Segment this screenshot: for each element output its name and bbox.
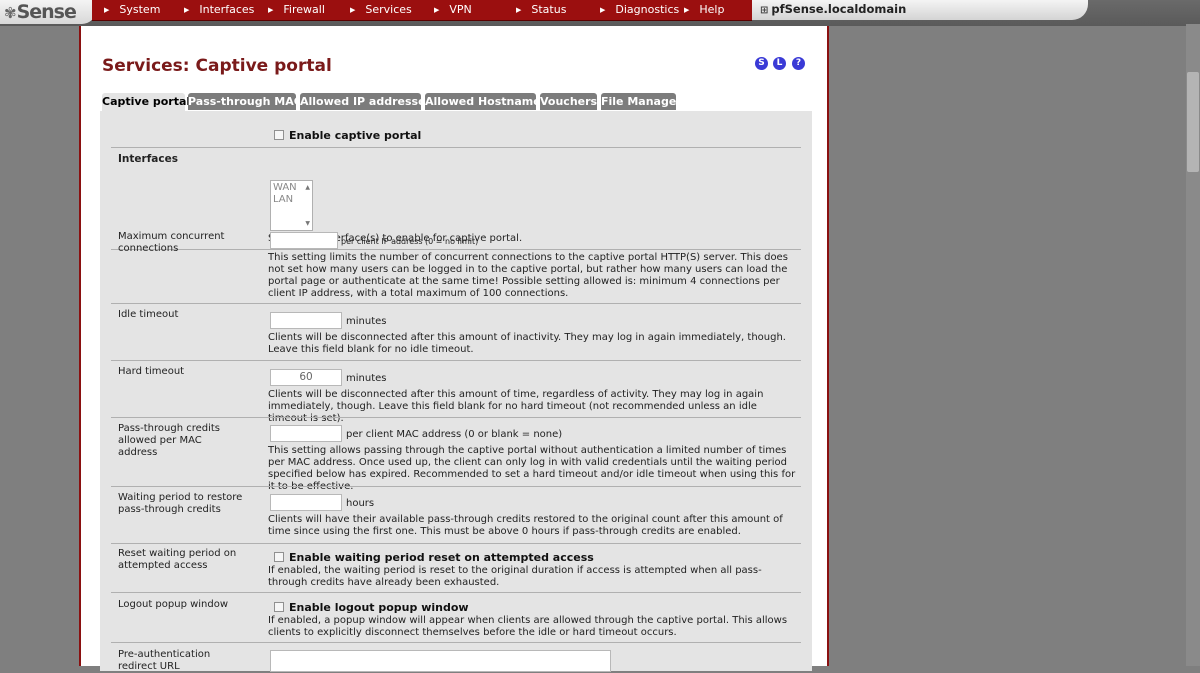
main-menu: ▶ System ▶ Interfaces ▶ Firewall ▶ Services … [92,0,752,21]
menu-arrow-icon: ▶ [434,6,440,14]
menu-system[interactable]: ▶ System [104,0,160,20]
waiting-period-description: Clients will have their available pass-t… [268,514,783,537]
status-shortcut-icon[interactable]: S [755,57,768,70]
scrollbar-thumb[interactable] [1187,72,1199,172]
tab-vouchers[interactable]: Vouchers [540,93,597,110]
waiting-period-unit: hours [346,498,375,509]
passthrough-credits-unit: per client MAC address (0 or blank = non… [346,429,563,440]
max-connections-label: Maximum concurrent connections [118,231,225,254]
idle-timeout-description: Clients will be disconnected after this … [268,332,786,355]
enable-captive-portal-label: Enable captive portal [289,129,422,142]
passthrough-credits-input[interactable] [270,425,342,442]
reset-waiting-check-label: Enable waiting period reset on attempted… [289,551,594,564]
menu-help[interactable]: ▶ Help [684,0,724,20]
interface-option-wan[interactable]: WAN [273,182,297,194]
divider [111,360,801,361]
max-connections-description: This setting limits the number of concur… [268,252,788,299]
logout-popup-checkbox[interactable] [274,602,284,612]
captive-portal-form: Enable captive portal Interfaces WAN LAN… [100,111,812,672]
pfsense-logo[interactable]: ✾Sense [0,0,96,24]
help-icon[interactable]: ? [792,57,805,70]
interfaces-select[interactable]: WAN LAN ▲ ▼ [270,180,313,231]
content-panel: Services: Captive portal S L ? Captive p… [79,26,829,672]
tab-captive-portal[interactable]: Captive portal [102,93,190,111]
divider [111,417,801,418]
divider [111,303,801,304]
menu-vpn[interactable]: ▶ VPN [434,0,472,20]
idle-timeout-unit: minutes [346,316,387,327]
menu-firewall[interactable]: ▶ Firewall [268,0,325,20]
menu-arrow-icon: ▶ [516,6,522,14]
log-shortcut-icon[interactable]: L [773,57,786,70]
menu-diagnostics[interactable]: ▶ Diagnostics [600,0,679,20]
logout-popup-description: If enabled, a popup window will appear w… [268,615,788,638]
passthrough-credits-label: Pass-through credits allowed per MAC add… [118,423,221,458]
divider [111,486,801,487]
idle-timeout-input[interactable] [270,312,342,329]
interface-option-lan[interactable]: LAN [273,194,293,206]
menu-arrow-icon: ▶ [350,6,356,14]
waiting-period-input[interactable] [270,494,342,511]
divider [111,543,801,544]
max-connections-unit: per client IP address (0 = no limit) [341,237,479,246]
hard-timeout-label: Hard timeout [118,366,185,377]
scroll-up-icon[interactable]: ▲ [305,184,310,191]
tab-allowed-ip-addresses[interactable]: Allowed IP addresses [300,93,432,110]
reset-waiting-checkbox[interactable] [274,552,284,562]
menu-label: Firewall [283,3,325,16]
host-icon: ⊞ [760,5,769,16]
menu-services[interactable]: ▶ Services [350,0,412,20]
idle-timeout-label: Idle timeout [118,309,179,320]
page-title: Services: Captive portal [102,56,332,76]
tab-allowed-hostnames[interactable]: Allowed Hostnames [425,93,547,110]
hard-timeout-unit: minutes [346,373,387,384]
top-navigation: ✾Sense ▶ System ▶ Interfaces ▶ Firewall ▶ Se… [0,0,1200,26]
menu-status[interactable]: ▶ Status [516,0,566,20]
logout-popup-label: Logout popup window [118,599,229,610]
menu-label: System [119,3,161,16]
hostname: pfSense.localdomain [771,2,907,16]
preauth-redirect-input[interactable] [270,650,611,672]
interfaces-label: Interfaces [118,153,178,165]
menu-arrow-icon: ▶ [600,6,606,14]
hard-timeout-description: Clients will be disconnected after this … [268,389,764,424]
hard-timeout-input[interactable]: 60 [270,369,342,386]
logout-popup-check-label: Enable logout popup window [289,601,469,614]
scroll-down-icon[interactable]: ▼ [305,220,310,227]
divider [111,642,801,643]
menu-interfaces[interactable]: ▶ Interfaces [184,0,254,20]
tab-file-manager[interactable]: File Manager [601,93,682,110]
menu-label: Diagnostics [615,3,680,16]
reset-waiting-label: Reset waiting period on attempted access [118,548,237,571]
menu-arrow-icon: ▶ [268,6,274,14]
menu-label: Status [531,3,567,16]
menu-arrow-icon: ▶ [684,6,690,14]
hostname-box[interactable]: ⊞ pfSense.localdomain [752,0,1088,20]
pfsense-logo-icon: ✾ [4,4,17,22]
divider [111,592,801,593]
logo-text: Sense [16,1,77,23]
menu-label: Help [699,3,725,16]
menu-label: Interfaces [199,3,255,16]
preauth-redirect-label: Pre-authentication redirect URL [118,649,211,672]
menu-arrow-icon: ▶ [184,6,190,14]
page-scrollbar[interactable] [1186,24,1200,666]
max-connections-input[interactable] [270,232,338,249]
enable-captive-portal-checkbox[interactable] [274,130,284,140]
divider [111,147,801,148]
tab-pass-through-mac[interactable]: Pass-through MAC [188,93,302,110]
menu-label: Services [365,3,412,16]
menu-label: VPN [449,3,472,16]
waiting-period-label: Waiting period to restore pass-through c… [118,492,243,515]
menu-arrow-icon: ▶ [104,6,110,14]
reset-waiting-description: If enabled, the waiting period is reset … [268,565,762,588]
